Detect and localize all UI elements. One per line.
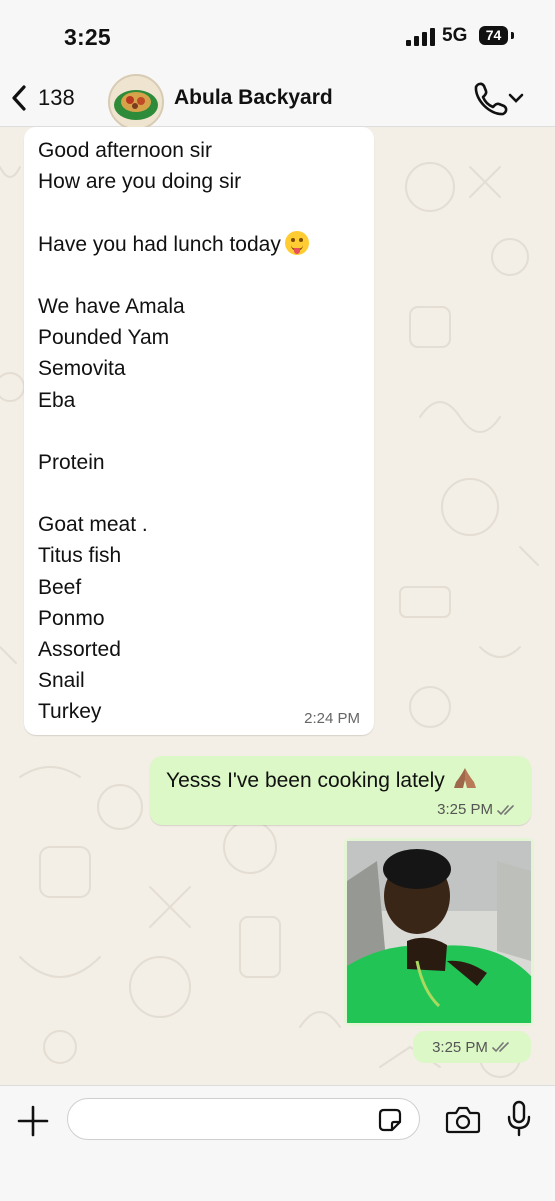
message-line: Assorted bbox=[38, 638, 121, 661]
chevron-left-icon bbox=[12, 85, 26, 111]
message-line-text: Have you had lunch today bbox=[38, 232, 281, 256]
outgoing-media-time: 3:25 PM bbox=[432, 1038, 488, 1056]
person-video-image bbox=[347, 841, 531, 1023]
contact-name[interactable]: Abula Backyard bbox=[174, 86, 333, 110]
status-bar: 3:25 5G 74 bbox=[0, 0, 555, 72]
plus-icon[interactable] bbox=[16, 1104, 50, 1138]
incoming-message-text: Good afternoon sir How are you doing sir… bbox=[38, 135, 309, 728]
incoming-message[interactable]: Good afternoon sir How are you doing sir… bbox=[24, 127, 374, 735]
chevron-down-icon bbox=[508, 93, 524, 103]
outgoing-message-text: Yesss I've been cooking lately bbox=[166, 769, 445, 792]
double-check-icon bbox=[492, 1042, 509, 1053]
message-line bbox=[38, 197, 309, 228]
yum-emoji-icon bbox=[284, 230, 309, 255]
praying-hands-emoji-icon bbox=[453, 768, 476, 788]
message-line: We have Amala bbox=[38, 294, 185, 318]
camera-icon[interactable] bbox=[444, 1104, 482, 1136]
outgoing-media-meta: 3:25 PM bbox=[413, 1031, 531, 1063]
message-line: How are you doing sir bbox=[38, 170, 242, 194]
network-type: 5G bbox=[442, 25, 468, 46]
outgoing-message-meta: 3:25 PM bbox=[437, 801, 517, 818]
double-check-icon bbox=[497, 804, 514, 815]
outgoing-media-message bbox=[344, 838, 534, 1026]
message-line: Snail bbox=[38, 669, 85, 693]
outgoing-message[interactable]: Yesss I've been cooking lately 3:25 PM bbox=[150, 756, 531, 825]
message-composer bbox=[0, 1085, 555, 1201]
microphone-icon[interactable] bbox=[506, 1100, 532, 1138]
chat-area[interactable]: Good afternoon sir How are you doing sir… bbox=[0, 127, 555, 1085]
chat-header: 138 Abula Backyard bbox=[0, 72, 555, 130]
avatar[interactable] bbox=[108, 74, 164, 130]
message-line: Protein bbox=[38, 450, 105, 474]
message-line bbox=[38, 478, 309, 509]
battery-tip bbox=[511, 32, 514, 39]
message-line: Beef bbox=[38, 575, 82, 599]
message-input[interactable] bbox=[67, 1098, 420, 1140]
message-line: Pounded Yam bbox=[38, 326, 170, 350]
message-line: Semovita bbox=[38, 357, 126, 381]
call-button[interactable] bbox=[470, 80, 526, 116]
battery-icon: 74 bbox=[479, 26, 508, 45]
unread-count: 138 bbox=[38, 85, 75, 110]
status-time: 3:25 bbox=[64, 24, 111, 50]
message-line: Ponmo bbox=[38, 606, 105, 630]
back-button[interactable]: 138 bbox=[10, 78, 92, 118]
message-line: Turkey bbox=[38, 700, 102, 724]
message-line: Good afternoon sir bbox=[38, 139, 212, 162]
phone-icon bbox=[474, 82, 524, 116]
message-line: Titus fish bbox=[38, 544, 122, 568]
message-line: Goat meat . bbox=[38, 513, 148, 537]
message-line-with-emoji: Have you had lunch today bbox=[38, 229, 309, 260]
outgoing-message-time: 3:25 PM bbox=[437, 801, 493, 818]
message-line bbox=[38, 416, 309, 447]
signal-icon bbox=[406, 28, 436, 46]
video-thumbnail[interactable] bbox=[347, 841, 531, 1023]
message-line: Eba bbox=[38, 388, 76, 412]
incoming-message-time: 2:24 PM bbox=[304, 710, 360, 727]
food-avatar-image bbox=[110, 76, 162, 128]
outgoing-message-text-row: Yesss I've been cooking lately bbox=[166, 766, 479, 793]
sticker-icon[interactable] bbox=[376, 1106, 404, 1134]
message-line bbox=[38, 260, 309, 291]
